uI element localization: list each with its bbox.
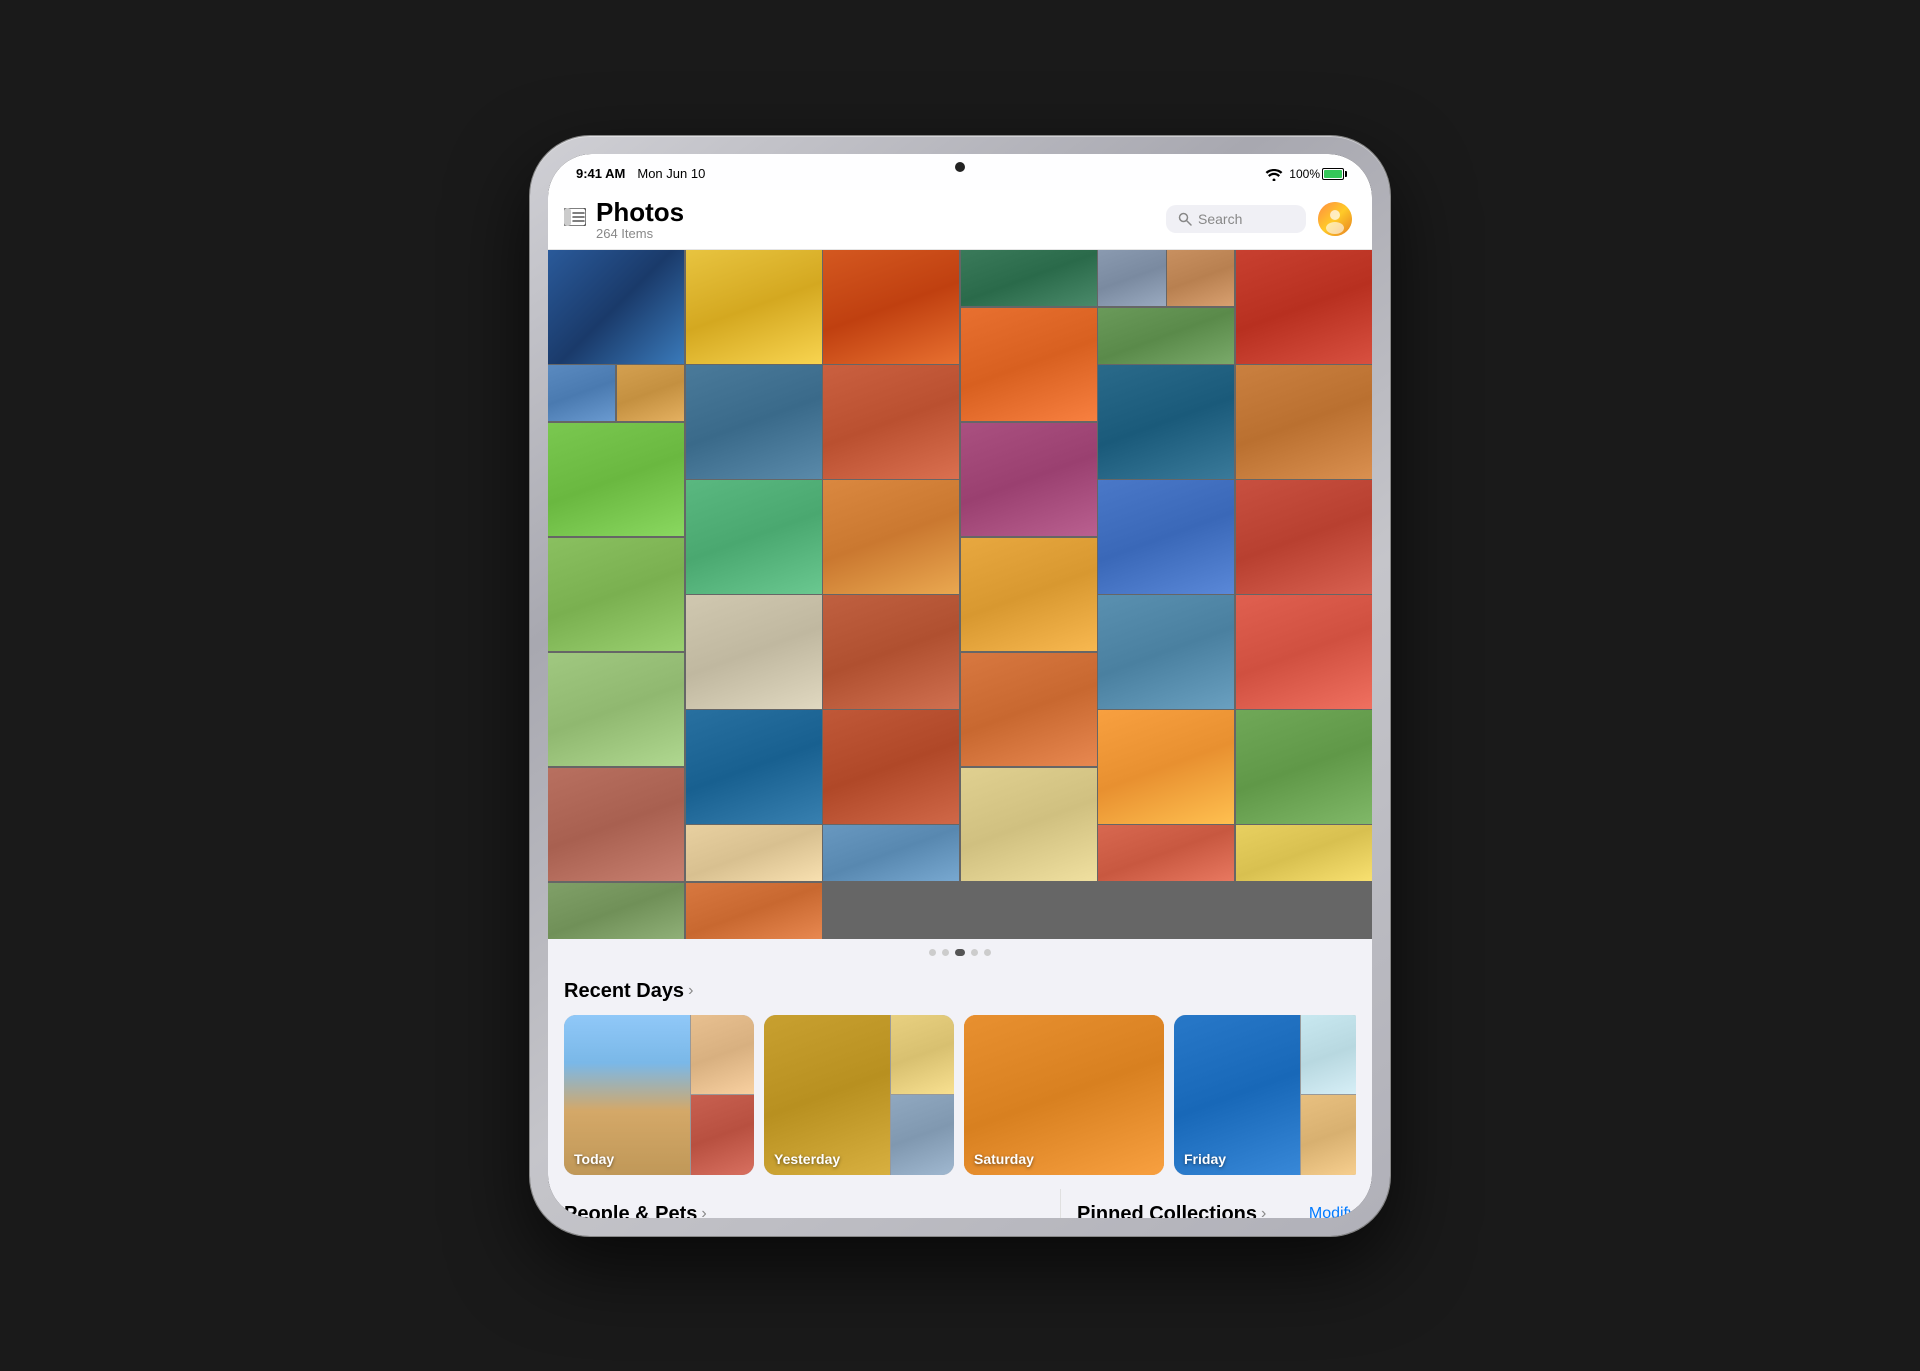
page-dot-5[interactable] bbox=[984, 949, 991, 956]
title-block: Photos 264 Items bbox=[596, 198, 684, 242]
header-right: Search bbox=[1166, 202, 1352, 236]
photo-cell[interactable] bbox=[686, 883, 822, 939]
photo-cell[interactable] bbox=[823, 595, 959, 709]
photo-grid-wrapper bbox=[548, 250, 1372, 939]
user-avatar[interactable] bbox=[1318, 202, 1352, 236]
photo-cell[interactable] bbox=[548, 250, 684, 364]
photo-cell[interactable] bbox=[961, 768, 1097, 882]
photo-cell[interactable] bbox=[686, 710, 822, 824]
status-time: 9:41 AM bbox=[576, 166, 625, 181]
photo-cell[interactable] bbox=[961, 653, 1097, 767]
photo-cell[interactable] bbox=[686, 365, 822, 479]
day-label-friday: Friday bbox=[1184, 1151, 1226, 1167]
photo-cell[interactable] bbox=[1098, 595, 1234, 709]
camera-notch bbox=[955, 162, 965, 172]
search-bar[interactable]: Search bbox=[1166, 205, 1306, 233]
day-card-friday[interactable]: Friday bbox=[1174, 1015, 1356, 1175]
photo-cell[interactable] bbox=[1098, 365, 1234, 479]
modify-button[interactable]: Modify bbox=[1309, 1205, 1356, 1217]
photo-cell[interactable] bbox=[823, 710, 959, 824]
battery-fill bbox=[1324, 170, 1342, 178]
photo-cell[interactable] bbox=[1167, 250, 1234, 306]
page-dot-1[interactable] bbox=[929, 949, 936, 956]
people-pets-title: People & Pets bbox=[564, 1203, 697, 1218]
day-card-today[interactable]: Today bbox=[564, 1015, 754, 1175]
photo-cell[interactable] bbox=[823, 365, 959, 479]
photo-grid[interactable] bbox=[548, 250, 1372, 939]
recent-days-header: Recent Days › bbox=[564, 980, 1356, 1003]
item-count: 264 Items bbox=[596, 226, 684, 241]
device-screen-container: 9:41 AM Mon Jun 10 100% bbox=[548, 154, 1372, 1218]
sidebar-toggle-button[interactable] bbox=[564, 208, 586, 231]
battery-percent: 100% bbox=[1289, 167, 1320, 181]
photo-cell[interactable] bbox=[1236, 825, 1372, 881]
search-bar-placeholder: Search bbox=[1198, 211, 1242, 227]
app-title-area: Photos 264 Items bbox=[564, 198, 684, 242]
ipad-device: 9:41 AM Mon Jun 10 100% bbox=[530, 136, 1390, 1236]
photo-cell[interactable] bbox=[1098, 710, 1234, 824]
photo-cell[interactable] bbox=[1236, 480, 1372, 594]
photo-cell[interactable] bbox=[1236, 365, 1372, 479]
photo-cell[interactable] bbox=[548, 538, 684, 652]
photo-cell[interactable] bbox=[548, 365, 615, 421]
photo-cell[interactable] bbox=[548, 883, 684, 939]
wifi-icon bbox=[1265, 167, 1283, 181]
photo-cell[interactable] bbox=[961, 308, 1097, 422]
pinned-collections-header: Pinned Collections › Modify bbox=[1077, 1203, 1356, 1218]
page-dot-4[interactable] bbox=[971, 949, 978, 956]
recent-days-chevron[interactable]: › bbox=[688, 982, 693, 1000]
photo-cell[interactable] bbox=[1098, 480, 1234, 594]
photo-cell[interactable] bbox=[548, 768, 684, 882]
recent-days-section: Recent Days › bbox=[548, 966, 1372, 1189]
photo-cell[interactable] bbox=[617, 365, 684, 421]
search-icon bbox=[1178, 212, 1192, 226]
page-dot-2[interactable] bbox=[942, 949, 949, 956]
photo-cell[interactable] bbox=[686, 250, 822, 364]
people-pets-section: People & Pets › bbox=[548, 1189, 1061, 1218]
photo-cell[interactable] bbox=[1098, 308, 1234, 364]
people-pets-chevron[interactable]: › bbox=[701, 1205, 706, 1217]
photo-cell[interactable] bbox=[1236, 710, 1372, 824]
recent-days-title: Recent Days bbox=[564, 980, 684, 1003]
pinned-collections-section: Pinned Collections › Modify ♥ Favorites bbox=[1061, 1189, 1372, 1218]
page-indicator bbox=[548, 939, 1372, 966]
photo-cell[interactable] bbox=[686, 595, 822, 709]
people-pets-header: People & Pets › bbox=[564, 1203, 1044, 1218]
pinned-collections-title: Pinned Collections bbox=[1077, 1203, 1257, 1218]
photo-cell[interactable] bbox=[1098, 250, 1165, 306]
photo-cell[interactable] bbox=[961, 538, 1097, 652]
photo-cell[interactable] bbox=[961, 250, 1097, 306]
photo-cell[interactable] bbox=[548, 423, 684, 537]
day-card-yesterday[interactable]: Yesterday bbox=[764, 1015, 954, 1175]
bottom-sections: People & Pets › bbox=[548, 1189, 1372, 1218]
pinned-collections-chevron[interactable]: › bbox=[1261, 1205, 1266, 1217]
photo-cell[interactable] bbox=[823, 825, 959, 881]
main-content[interactable]: Photos 264 Items Search bbox=[548, 190, 1372, 1218]
status-date: Mon Jun 10 bbox=[637, 166, 705, 181]
day-label-yesterday: Yesterday bbox=[774, 1151, 840, 1167]
photo-cell[interactable] bbox=[1098, 825, 1234, 881]
photo-cell[interactable] bbox=[1236, 595, 1372, 709]
status-right: 100% bbox=[1265, 167, 1344, 181]
recent-days-row: Today Y bbox=[564, 1015, 1356, 1189]
status-bar: 9:41 AM Mon Jun 10 100% bbox=[548, 154, 1372, 190]
app-title: Photos bbox=[596, 198, 684, 227]
photo-cell[interactable] bbox=[961, 423, 1097, 537]
day-card-saturday[interactable]: Saturday bbox=[964, 1015, 1164, 1175]
battery-container: 100% bbox=[1289, 167, 1344, 181]
photo-cell[interactable] bbox=[1236, 250, 1372, 364]
status-left: 9:41 AM Mon Jun 10 bbox=[576, 166, 705, 181]
photo-cell[interactable] bbox=[823, 480, 959, 594]
top-header: Photos 264 Items Search bbox=[548, 190, 1372, 251]
photo-cell[interactable] bbox=[686, 480, 822, 594]
screen: 9:41 AM Mon Jun 10 100% bbox=[548, 154, 1372, 1218]
photo-cell[interactable] bbox=[548, 653, 684, 767]
page-dot-3[interactable] bbox=[955, 949, 965, 956]
battery-icon bbox=[1322, 168, 1344, 180]
photo-cell[interactable] bbox=[686, 825, 822, 881]
photos-app: Photos 264 Items Search bbox=[548, 190, 1372, 1218]
day-label-saturday: Saturday bbox=[974, 1151, 1034, 1167]
day-label-today: Today bbox=[574, 1151, 614, 1167]
photo-cell[interactable] bbox=[823, 250, 959, 364]
